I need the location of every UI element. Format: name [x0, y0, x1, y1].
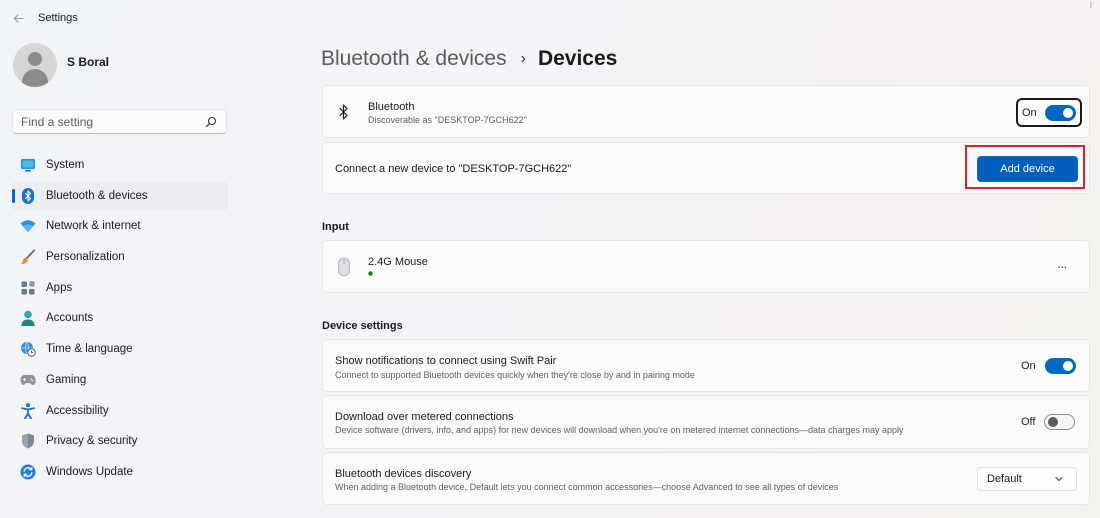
swift-pair-toggle[interactable] — [1044, 358, 1076, 374]
avatar[interactable] — [13, 43, 57, 87]
chevron-down-icon — [1055, 476, 1063, 482]
sidebar-item-label: Time & language — [46, 343, 133, 356]
toggle-knob — [1062, 361, 1073, 371]
sidebar-item-accessibility[interactable]: Accessibility — [12, 397, 228, 425]
add-device-button[interactable]: Add device — [977, 156, 1078, 182]
breadcrumb-parent[interactable]: Bluetooth & devices — [321, 47, 507, 71]
discovery-subtitle: When adding a Bluetooth device, Default … — [335, 482, 839, 492]
shield-icon — [20, 433, 36, 449]
app-title: Settings — [38, 12, 78, 24]
active-indicator — [12, 188, 15, 203]
toggle-knob — [1048, 417, 1059, 427]
discovery-dropdown[interactable]: Default — [977, 467, 1077, 491]
input-section-header: Input — [322, 221, 349, 233]
avatar-head-icon — [28, 52, 42, 66]
sidebar-item-network[interactable]: Network & internet — [12, 212, 228, 240]
device-name: 2.4G Mouse — [368, 256, 428, 268]
bluetooth-toggle-focus-frame[interactable]: On — [1016, 98, 1082, 127]
breadcrumb: Bluetooth & devices › Devices — [321, 44, 617, 74]
sidebar-nav: System Bluetooth & devices Network & int… — [12, 151, 228, 489]
bluetooth-icon — [20, 187, 36, 204]
sidebar-item-time-language[interactable]: Time & language — [12, 335, 228, 363]
globe-clock-icon — [20, 341, 36, 357]
search-input[interactable] — [21, 114, 201, 130]
sidebar-item-label: Personalization — [46, 251, 125, 264]
sidebar-item-personalization[interactable]: Personalization — [12, 243, 228, 271]
user-name: S Boral — [67, 55, 110, 69]
sidebar-item-label: Windows Update — [46, 465, 133, 478]
bluetooth-subtitle: Discoverable as "DESKTOP-7GCH622" — [368, 115, 527, 125]
sidebar-item-accounts[interactable]: Accounts — [12, 304, 228, 332]
gamepad-icon — [20, 372, 36, 388]
person-icon — [20, 310, 36, 327]
discovery-selected-value: Default — [987, 473, 1022, 485]
device-settings-header: Device settings — [322, 320, 403, 332]
metered-toggle-state: Off — [1021, 416, 1036, 428]
bluetooth-card: Bluetooth Discoverable as "DESKTOP-7GCH6… — [322, 85, 1090, 138]
swift-pair-card: Show notifications to connect using Swif… — [322, 339, 1090, 392]
brush-icon — [20, 249, 36, 265]
metered-toggle[interactable] — [1044, 414, 1076, 430]
metered-subtitle: Device software (drivers, info, and apps… — [335, 425, 904, 435]
search-box[interactable] — [12, 109, 227, 134]
swift-pair-toggle-state: On — [1021, 360, 1036, 372]
more-options-button[interactable]: ... — [1054, 257, 1070, 274]
sidebar-item-label: Accounts — [46, 312, 94, 325]
sidebar-item-label: Apps — [46, 281, 73, 294]
bluetooth-title: Bluetooth — [368, 101, 415, 113]
breadcrumb-separator: › — [520, 50, 526, 67]
sidebar-item-privacy-security[interactable]: Privacy & security — [12, 427, 228, 455]
metered-connections-card: Download over metered connections Device… — [322, 395, 1090, 449]
back-arrow-icon — [13, 13, 24, 23]
bluetooth-toggle[interactable] — [1044, 104, 1076, 121]
apps-icon — [20, 280, 36, 296]
update-icon — [20, 464, 36, 480]
sidebar-item-gaming[interactable]: Gaming — [12, 366, 228, 394]
back-button[interactable] — [10, 10, 26, 26]
swift-pair-subtitle: Connect to supported Bluetooth devices q… — [335, 370, 695, 380]
title-bar: Settings | — [0, 0, 1100, 36]
sidebar-item-windows-update[interactable]: Windows Update — [12, 458, 228, 486]
connect-device-text: Connect a new device to "DESKTOP-7GCH622… — [335, 163, 572, 175]
system-icon — [20, 157, 36, 173]
sidebar-item-system[interactable]: System — [12, 151, 228, 179]
accessibility-icon — [20, 402, 36, 419]
sidebar-item-bluetooth-devices[interactable]: Bluetooth & devices — [12, 181, 228, 210]
connected-status-dot-icon — [368, 271, 373, 276]
sidebar-item-label: Accessibility — [46, 404, 109, 417]
discovery-title: Bluetooth devices discovery — [335, 468, 472, 480]
sidebar-item-label: Network & internet — [46, 220, 141, 233]
bluetooth-symbol-icon — [339, 104, 348, 120]
sidebar-item-label: Privacy & security — [46, 435, 138, 448]
mouse-icon — [338, 257, 350, 277]
discovery-card: Bluetooth devices discovery When adding … — [322, 452, 1090, 505]
metered-toggle-group[interactable]: Off — [1021, 414, 1076, 430]
page-title: Devices — [537, 47, 618, 70]
swift-pair-title: Show notifications to connect using Swif… — [335, 355, 557, 367]
search-icon[interactable] — [205, 116, 217, 128]
window-caption-handle[interactable]: | — [1090, 0, 1092, 9]
sidebar-item-apps[interactable]: Apps — [12, 274, 228, 302]
swift-pair-toggle-group[interactable]: On — [1021, 358, 1076, 374]
wifi-icon — [20, 218, 36, 234]
toggle-knob — [1062, 107, 1073, 118]
sidebar-item-label: System — [46, 159, 85, 171]
bluetooth-toggle-state: On — [1022, 106, 1037, 119]
mouse-device-card[interactable]: 2.4G Mouse — [322, 240, 1090, 293]
sidebar-item-label: Gaming — [46, 373, 87, 386]
sidebar-item-label: Bluetooth & devices — [46, 189, 148, 202]
metered-title: Download over metered connections — [335, 411, 514, 423]
avatar-body-icon — [22, 69, 48, 87]
